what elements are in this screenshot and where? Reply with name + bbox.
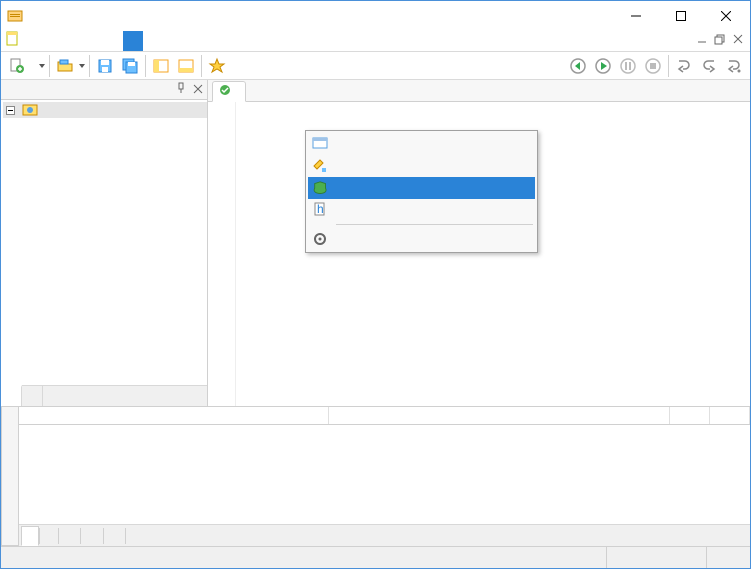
collapse-icon[interactable] — [3, 103, 18, 118]
col-d[interactable] — [710, 407, 750, 424]
menu-item-terminal[interactable] — [308, 133, 535, 155]
stop-button[interactable] — [641, 54, 665, 78]
menu-search[interactable] — [63, 31, 83, 51]
titlebar — [1, 1, 750, 31]
mdi-close-icon[interactable] — [730, 31, 746, 51]
menu-item-settings[interactable] — [308, 228, 535, 250]
svg-text:h: h — [317, 202, 324, 216]
line-gutter — [208, 102, 236, 406]
service-menu-dropdown: h — [305, 130, 538, 253]
tab-public[interactable] — [104, 526, 125, 546]
open-dropdown[interactable] — [78, 54, 86, 78]
step-over-button[interactable] — [697, 54, 721, 78]
save-all-button[interactable] — [118, 54, 142, 78]
mql5-icon — [22, 102, 38, 118]
status-ins — [706, 547, 750, 568]
minimize-button[interactable] — [613, 2, 658, 31]
toolbox-panel — [19, 406, 750, 546]
doc-icon — [5, 31, 21, 47]
toolbox-rows — [19, 425, 750, 524]
editor-tabs — [208, 80, 750, 102]
open-button[interactable] — [53, 54, 77, 78]
step-into-button[interactable] — [672, 54, 696, 78]
navigator-tabs — [1, 385, 207, 406]
menu-debug[interactable] — [103, 31, 123, 51]
toolbox-tabs — [19, 524, 750, 546]
maximize-button[interactable] — [658, 2, 703, 31]
run-button[interactable] — [591, 54, 615, 78]
pause-button[interactable] — [616, 54, 640, 78]
tab-library[interactable] — [81, 526, 102, 546]
navigator-title — [1, 80, 207, 100]
menu-edit[interactable] — [43, 31, 63, 51]
toolbar — [1, 52, 750, 80]
shield-icon — [310, 178, 330, 198]
status-text — [1, 547, 606, 568]
pin-icon[interactable] — [175, 82, 187, 97]
col-file[interactable] — [329, 407, 670, 424]
gear-icon — [310, 229, 330, 249]
menu-file[interactable] — [23, 31, 43, 51]
nav-tab-project[interactable] — [22, 386, 43, 406]
new-dropdown[interactable] — [38, 54, 46, 78]
mdi-minimize-icon[interactable] — [694, 31, 710, 51]
step-out-button[interactable] — [722, 54, 746, 78]
tab-errors[interactable] — [21, 526, 39, 546]
mdi-restore-icon[interactable] — [712, 31, 728, 51]
terminal-icon — [310, 134, 330, 154]
favorite-button[interactable] — [205, 54, 229, 78]
new-button[interactable] — [5, 54, 37, 78]
menu-item-styler[interactable] — [308, 155, 535, 177]
menu-item-cloud-protector[interactable] — [308, 177, 535, 199]
nav-tab-mql5[interactable] — [1, 385, 22, 406]
save-button[interactable] — [93, 54, 117, 78]
menubar — [1, 31, 750, 52]
editor-tab[interactable] — [212, 81, 246, 102]
toolbox-sidebar-tab[interactable] — [1, 406, 19, 546]
close-button[interactable] — [703, 2, 748, 31]
menu-help[interactable] — [163, 31, 183, 51]
file-h-icon: h — [310, 200, 330, 220]
tab-status-icon — [219, 84, 231, 99]
status-position — [606, 547, 706, 568]
status-bar — [1, 546, 750, 568]
col-c[interactable] — [670, 407, 710, 424]
col-description[interactable] — [19, 407, 329, 424]
tab-articles[interactable] — [59, 526, 80, 546]
navigator-tree[interactable] — [1, 100, 207, 385]
toggle-panel-1[interactable] — [149, 54, 173, 78]
tree-root[interactable] — [3, 102, 207, 118]
tab-search[interactable] — [40, 526, 58, 546]
tab-journal[interactable] — [126, 526, 144, 546]
panel-close-icon[interactable] — [193, 83, 203, 97]
navigator-panel — [1, 80, 208, 406]
menu-service[interactable] — [123, 31, 143, 51]
menu-view[interactable] — [83, 31, 103, 51]
app-icon — [7, 8, 23, 24]
toggle-panel-2[interactable] — [174, 54, 198, 78]
toolbox-header — [19, 407, 750, 425]
menu-window[interactable] — [143, 31, 163, 51]
styler-icon — [310, 156, 330, 176]
menu-item-mqh[interactable]: h — [308, 199, 535, 221]
step-back-button[interactable] — [566, 54, 590, 78]
